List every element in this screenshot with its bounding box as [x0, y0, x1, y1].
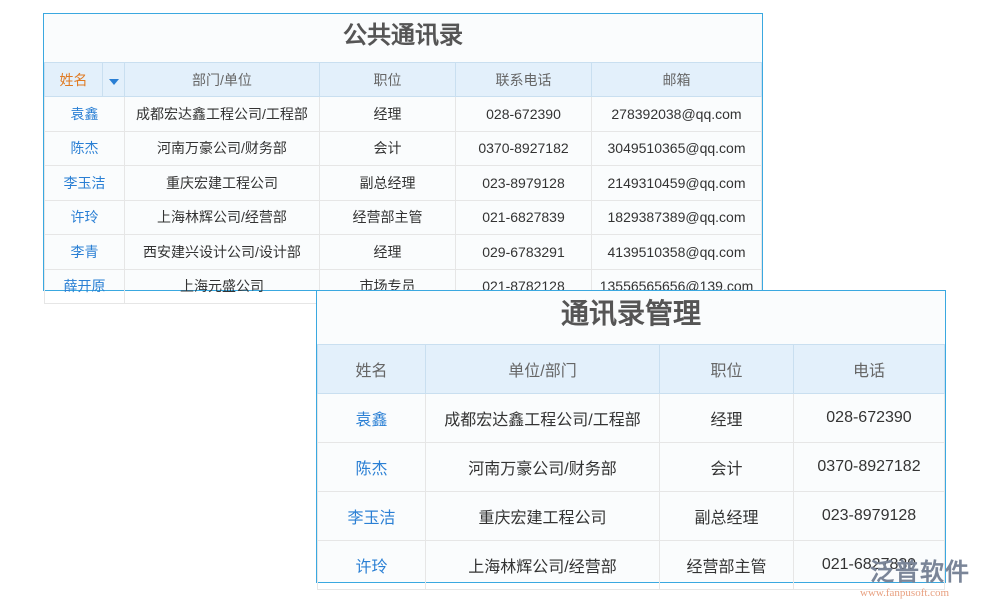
cell-name[interactable]: 袁鑫 [45, 97, 125, 132]
column-header-phone[interactable]: 联系电话 [456, 63, 592, 97]
cell-name[interactable]: 李青 [45, 235, 125, 270]
public-directory-table: 姓名 部门/单位 职位 联系电话 邮箱 袁鑫成都宏达鑫工程公司/工程部经理028… [44, 62, 762, 304]
cell-phone: 028-672390 [794, 394, 945, 443]
cell-email: 4139510358@qq.com [592, 235, 762, 270]
cell-position: 会计 [320, 131, 456, 166]
column-header-position[interactable]: 职位 [320, 63, 456, 97]
cell-phone: 0370-8927182 [456, 131, 592, 166]
cell-name[interactable]: 许玲 [45, 200, 125, 235]
cell-name[interactable]: 许玲 [318, 541, 426, 590]
table-row[interactable]: 李玉洁重庆宏建工程公司副总经理023-89791282149310459@qq.… [45, 166, 762, 201]
table-row[interactable]: 许玲上海林辉公司/经营部经营部主管021-68278391829387389@q… [45, 200, 762, 235]
cell-name[interactable]: 李玉洁 [318, 492, 426, 541]
cell-name[interactable]: 李玉洁 [45, 166, 125, 201]
directory-management-table: 姓名 单位/部门 职位 电话 袁鑫成都宏达鑫工程公司/工程部经理028-6723… [317, 344, 945, 590]
column-header-email[interactable]: 邮箱 [592, 63, 762, 97]
cell-dept: 成都宏达鑫工程公司/工程部 [125, 97, 320, 132]
cell-dept: 上海林辉公司/经营部 [125, 200, 320, 235]
column-header-name[interactable]: 姓名 [45, 63, 103, 97]
table-row[interactable]: 袁鑫成都宏达鑫工程公司/工程部经理028-672390278392038@qq.… [45, 97, 762, 132]
cell-dept: 河南万豪公司/财务部 [125, 131, 320, 166]
public-directory-panel: 公共通讯录 姓名 部门/单位 职位 联系电话 邮箱 袁鑫成都宏达鑫工程公司/工程… [43, 13, 763, 291]
cell-email: 1829387389@qq.com [592, 200, 762, 235]
cell-name[interactable]: 袁鑫 [318, 394, 426, 443]
cell-dept: 重庆宏建工程公司 [426, 492, 660, 541]
cell-position: 经理 [660, 394, 794, 443]
sort-dropdown-button[interactable] [103, 63, 125, 97]
cell-position: 经营部主管 [660, 541, 794, 590]
cell-position: 副总经理 [660, 492, 794, 541]
cell-phone: 0370-8927182 [794, 443, 945, 492]
table-row[interactable]: 李玉洁重庆宏建工程公司副总经理023-8979128 [318, 492, 945, 541]
panel-title: 公共通讯录 [44, 14, 762, 62]
cell-position: 副总经理 [320, 166, 456, 201]
column-header-phone[interactable]: 电话 [794, 345, 945, 394]
table-row[interactable]: 陈杰河南万豪公司/财务部会计0370-8927182 [318, 443, 945, 492]
cell-phone: 029-6783291 [456, 235, 592, 270]
caret-down-icon [109, 79, 119, 85]
cell-email: 2149310459@qq.com [592, 166, 762, 201]
cell-phone: 028-672390 [456, 97, 592, 132]
table-row[interactable]: 袁鑫成都宏达鑫工程公司/工程部经理028-672390 [318, 394, 945, 443]
cell-dept: 成都宏达鑫工程公司/工程部 [426, 394, 660, 443]
cell-dept: 上海林辉公司/经营部 [426, 541, 660, 590]
cell-dept: 重庆宏建工程公司 [125, 166, 320, 201]
cell-phone: 021-6827839 [456, 200, 592, 235]
table-row[interactable]: 许玲上海林辉公司/经营部经营部主管021-6827839 [318, 541, 945, 590]
cell-email: 278392038@qq.com [592, 97, 762, 132]
watermark-logo: 泛普软件 www.fanpusoft.com [870, 552, 970, 599]
cell-phone: 023-8979128 [794, 492, 945, 541]
cell-phone: 023-8979128 [456, 166, 592, 201]
cell-position: 经理 [320, 97, 456, 132]
column-header-name[interactable]: 姓名 [318, 345, 426, 394]
table-row[interactable]: 陈杰河南万豪公司/财务部会计0370-89271823049510365@qq.… [45, 131, 762, 166]
cell-name[interactable]: 薛开原 [45, 269, 125, 304]
cell-position: 经理 [320, 235, 456, 270]
cell-email: 3049510365@qq.com [592, 131, 762, 166]
cell-dept: 西安建兴设计公司/设计部 [125, 235, 320, 270]
cell-position: 会计 [660, 443, 794, 492]
cell-name[interactable]: 陈杰 [318, 443, 426, 492]
table-row[interactable]: 李青西安建兴设计公司/设计部经理029-67832914139510358@qq… [45, 235, 762, 270]
column-header-dept[interactable]: 部门/单位 [125, 63, 320, 97]
cell-dept: 上海元盛公司 [125, 269, 320, 304]
cell-dept: 河南万豪公司/财务部 [426, 443, 660, 492]
directory-management-panel: 通讯录管理 姓名 单位/部门 职位 电话 袁鑫成都宏达鑫工程公司/工程部经理02… [316, 290, 946, 583]
cell-position: 经营部主管 [320, 200, 456, 235]
cell-name[interactable]: 陈杰 [45, 131, 125, 166]
panel-title: 通讯录管理 [317, 291, 945, 344]
column-header-dept[interactable]: 单位/部门 [426, 345, 660, 394]
column-header-position[interactable]: 职位 [660, 345, 794, 394]
watermark-logo-text: 泛普软件 [870, 552, 970, 587]
watermark-url: www.fanpusoft.com [860, 587, 970, 599]
